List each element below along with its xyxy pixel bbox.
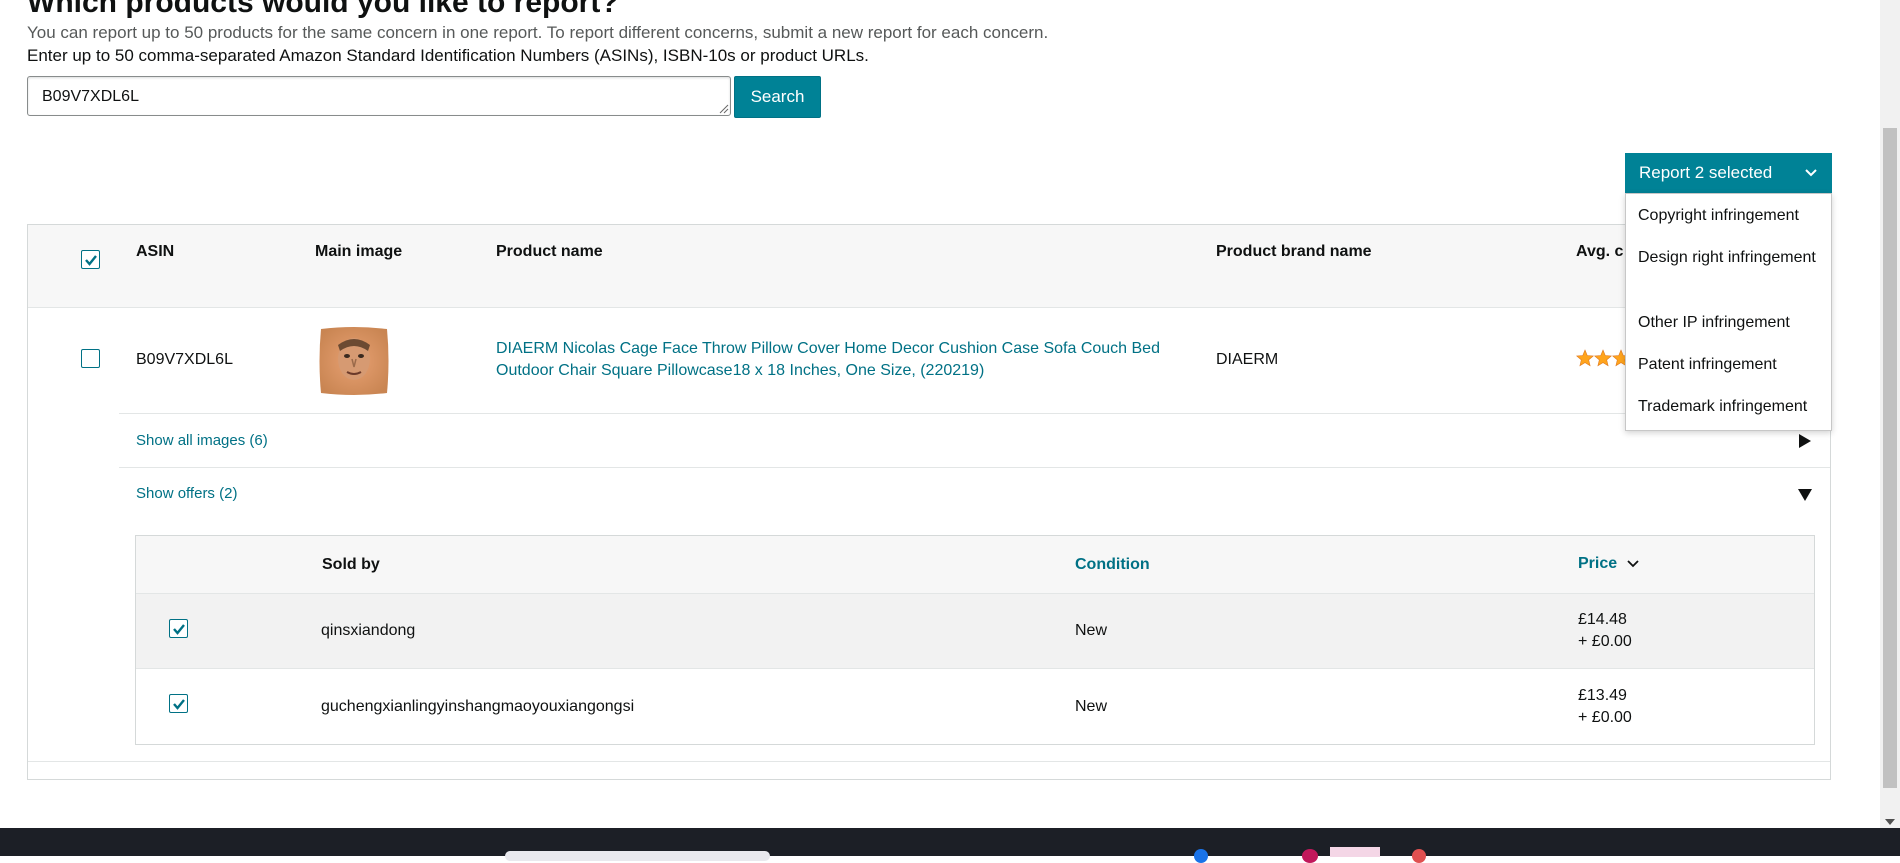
offer-shipping: + £0.00 <box>1578 709 1632 726</box>
product-table-header <box>28 225 1830 308</box>
checkmark-icon <box>172 698 185 710</box>
offer-condition: New <box>1075 622 1108 639</box>
product-brand: DIAERM <box>1216 351 1279 368</box>
sort-chevron-icon <box>1626 560 1639 568</box>
report-selected-button[interactable]: Report 2 selected <box>1625 153 1832 193</box>
report-selected-label: Report 2 selected <box>1639 163 1773 182</box>
offer-price: £14.48 <box>1578 611 1627 628</box>
header-avg: Avg. c <box>1576 243 1624 260</box>
header-asin: ASIN <box>136 243 175 260</box>
product-thumbnail[interactable] <box>318 325 390 397</box>
divider <box>119 467 1830 468</box>
checkmark-icon <box>84 254 97 266</box>
report-type-dropdown: Copyright infringement Design right infr… <box>1625 193 1832 431</box>
divider <box>28 761 1830 762</box>
expand-right-icon[interactable] <box>1798 433 1812 449</box>
header-product-name: Product name <box>496 243 603 260</box>
product-name-link[interactable]: DIAERM Nicolas Cage Face Throw Pillow Co… <box>496 338 1196 382</box>
product-row-checkbox[interactable] <box>81 349 100 368</box>
offer-checkbox[interactable] <box>169 694 188 713</box>
scroll-down-icon[interactable] <box>1884 818 1896 826</box>
scrollbar-thumb[interactable] <box>1883 128 1897 788</box>
divider <box>119 413 1830 414</box>
report-option-design-right[interactable]: Design right infringement <box>1638 246 1823 269</box>
report-limit-info: You can report up to 50 products for the… <box>27 23 1049 42</box>
offer-checkbox[interactable] <box>169 619 188 638</box>
offer-shipping: + £0.00 <box>1578 633 1632 650</box>
show-all-images-link[interactable]: Show all images (6) <box>136 432 268 449</box>
chevron-down-icon <box>1805 169 1817 177</box>
offer-condition: New <box>1075 698 1108 715</box>
show-offers-link[interactable]: Show offers (2) <box>136 485 237 502</box>
report-option-other-ip[interactable]: Other IP infringement <box>1638 311 1823 334</box>
search-instructions: Enter up to 50 comma-separated Amazon St… <box>27 46 869 65</box>
rating-stars-icon <box>1576 349 1628 367</box>
search-button[interactable]: Search <box>734 76 821 118</box>
taskbar-app-icon[interactable] <box>1194 849 1208 863</box>
report-option-patent[interactable]: Patent infringement <box>1638 353 1823 376</box>
resize-grip-icon[interactable] <box>719 104 729 114</box>
taskbar-app-icon[interactable] <box>1302 849 1318 863</box>
collapse-down-icon[interactable] <box>1797 488 1813 502</box>
taskbar-search-box[interactable] <box>505 851 770 861</box>
taskbar-app-icon[interactable] <box>1412 849 1426 863</box>
checkmark-icon <box>172 623 185 635</box>
offer-seller: qinsxiandong <box>321 622 416 639</box>
offer-seller: guchengxianlingyinshangmaoyouxiangongsi <box>321 698 635 715</box>
product-asin: B09V7XDL6L <box>136 351 233 368</box>
os-taskbar <box>0 828 1900 856</box>
header-condition[interactable]: Condition <box>1075 556 1150 574</box>
header-sold-by: Sold by <box>322 556 380 573</box>
offers-table-header <box>136 536 1814 594</box>
header-price-label: Price <box>1578 555 1618 572</box>
report-option-copyright[interactable]: Copyright infringement <box>1638 204 1823 227</box>
header-brand-name: Product brand name <box>1216 243 1372 260</box>
offer-price: £13.49 <box>1578 687 1627 704</box>
header-main-image: Main image <box>315 243 403 260</box>
page-title: Which products would you like to report? <box>27 0 619 19</box>
asin-search-input[interactable]: B09V7XDL6L <box>27 76 731 116</box>
header-price[interactable]: Price <box>1578 555 1639 573</box>
report-option-trademark[interactable]: Trademark infringement <box>1638 395 1823 418</box>
select-all-checkbox[interactable] <box>81 250 100 269</box>
